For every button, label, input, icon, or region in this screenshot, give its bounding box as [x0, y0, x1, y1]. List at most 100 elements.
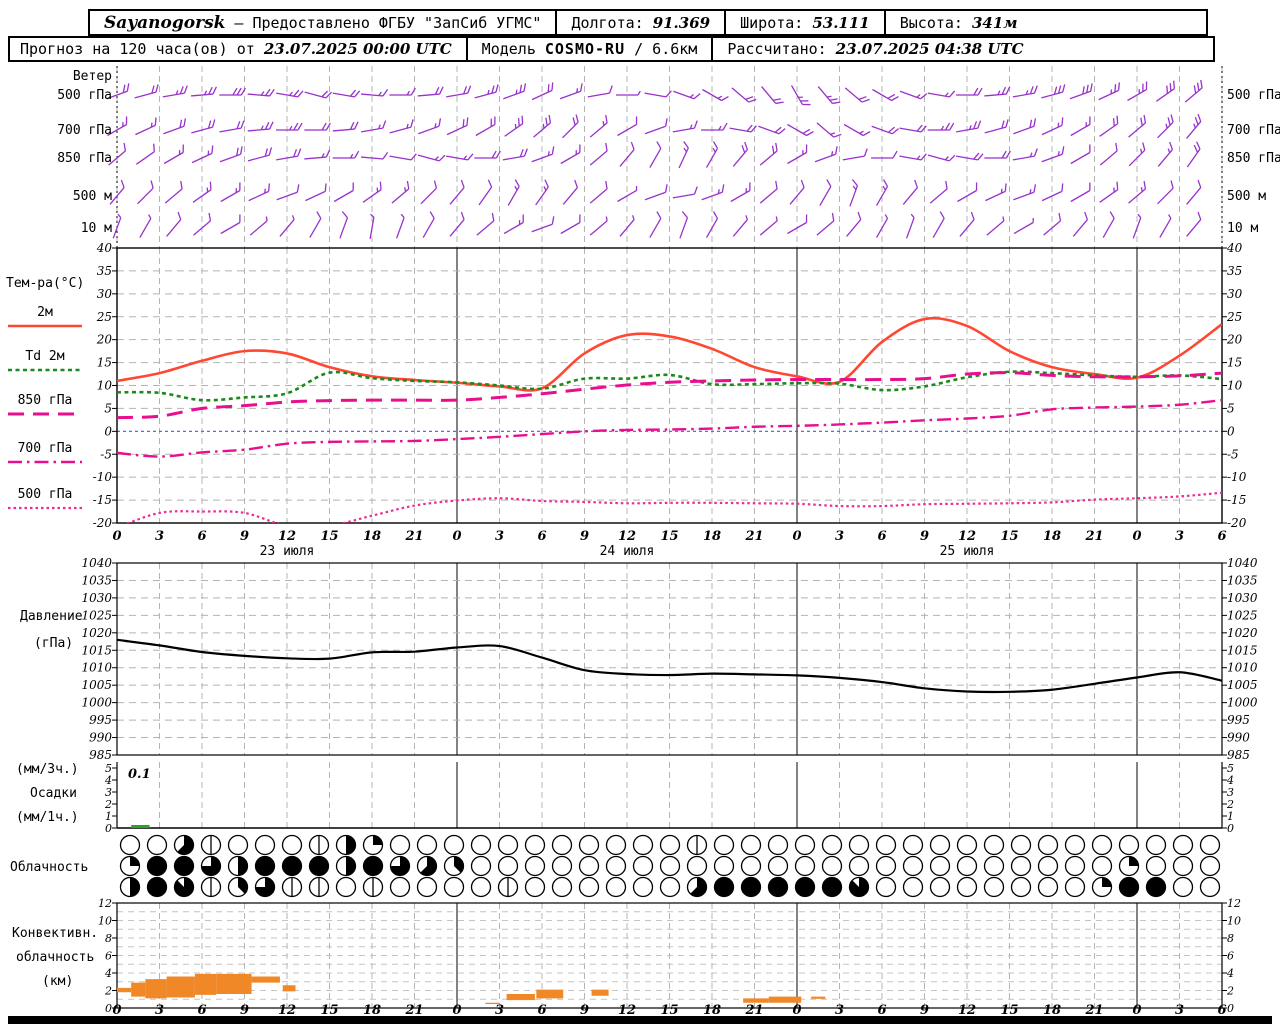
longitude-label: Долгота: — [571, 13, 644, 32]
svg-text:-20: -20 — [93, 516, 113, 530]
model-label: Модель — [481, 40, 536, 58]
wind-barbs-panel — [106, 79, 1203, 239]
provider-text: Предоставлено ФГБУ "ЗапСиб УГМС" — [252, 13, 542, 32]
svg-text:15: 15 — [97, 356, 112, 370]
convective-bar — [166, 976, 195, 998]
svg-text:1010: 1010 — [1227, 661, 1258, 675]
svg-text:20: 20 — [96, 333, 113, 347]
svg-text:15: 15 — [320, 529, 338, 544]
svg-text:0: 0 — [1227, 1002, 1234, 1015]
svg-text:10: 10 — [98, 915, 112, 928]
svg-text:1005: 1005 — [81, 678, 112, 692]
svg-text:1010: 1010 — [81, 661, 112, 675]
svg-text:8: 8 — [1227, 932, 1234, 945]
svg-text:20: 20 — [1226, 333, 1243, 347]
svg-text:6: 6 — [1217, 529, 1226, 544]
svg-text:990: 990 — [89, 731, 112, 745]
svg-text:Облачность: Облачность — [10, 860, 88, 875]
svg-text:12: 12 — [278, 1003, 296, 1018]
svg-text:10 м: 10 м — [1227, 221, 1258, 236]
svg-text:21: 21 — [1084, 1003, 1103, 1018]
svg-text:500 гПа: 500 гПа — [1227, 88, 1280, 103]
svg-text:-5: -5 — [100, 447, 112, 461]
svg-text:0: 0 — [105, 1002, 112, 1015]
altitude-value: 341м — [971, 13, 1018, 32]
svg-text:12: 12 — [1227, 897, 1241, 910]
convective-bar — [506, 994, 535, 1001]
svg-text:18: 18 — [1043, 529, 1061, 544]
svg-text:1000: 1000 — [1227, 696, 1258, 710]
svg-text:6: 6 — [877, 1003, 886, 1018]
svg-text:0: 0 — [792, 529, 801, 544]
svg-text:995: 995 — [89, 713, 112, 727]
svg-text:-15: -15 — [1227, 493, 1246, 507]
bottom-bar — [8, 1016, 1272, 1024]
convective-bar — [768, 996, 802, 1003]
svg-text:1015: 1015 — [1227, 643, 1258, 657]
convective-bar — [131, 982, 146, 997]
svg-text:10 м: 10 м — [81, 221, 112, 236]
svg-text:1025: 1025 — [81, 608, 112, 622]
svg-text:(мм/1ч.): (мм/1ч.) — [16, 810, 79, 825]
svg-text:9: 9 — [240, 529, 249, 544]
svg-text:3: 3 — [1175, 529, 1184, 544]
separator — [724, 11, 727, 34]
svg-text:2м: 2м — [37, 305, 53, 320]
meteogram-chart: 40 4035 3530 3025 2520 2015 1510 105 50 0-5 -5-10-… — [6, 66, 1280, 1024]
svg-text:18: 18 — [703, 1003, 721, 1018]
svg-text:Ветер: Ветер — [73, 69, 112, 84]
svg-text:10: 10 — [1227, 915, 1241, 928]
svg-text:6: 6 — [1217, 1003, 1226, 1018]
svg-text:0: 0 — [105, 822, 112, 835]
svg-text:25: 25 — [1226, 310, 1242, 324]
svg-text:Тем-ра(°C): Тем-ра(°C) — [6, 276, 84, 291]
svg-text:-15: -15 — [93, 493, 112, 507]
svg-text:3: 3 — [155, 1003, 164, 1018]
svg-text:15: 15 — [1000, 529, 1018, 544]
svg-text:0: 0 — [792, 1003, 801, 1018]
svg-text:6: 6 — [537, 1003, 546, 1018]
svg-text:1020: 1020 — [81, 626, 112, 640]
svg-text:9: 9 — [580, 529, 589, 544]
precip-bar — [131, 825, 150, 828]
svg-text:1040: 1040 — [81, 556, 112, 570]
svg-text:40: 40 — [1226, 241, 1243, 255]
svg-text:12: 12 — [278, 529, 296, 544]
svg-text:-10: -10 — [1227, 470, 1247, 484]
svg-text:1000: 1000 — [81, 696, 112, 710]
svg-text:24 июля: 24 июля — [600, 544, 655, 559]
model-resolution: / 6.6км — [634, 40, 698, 58]
svg-text:850 гПа: 850 гПа — [57, 151, 112, 166]
cloud-cover-symbols — [119, 834, 1221, 898]
forecast-label: Прогноз на 120 часа(ов) от — [20, 40, 255, 58]
svg-text:(гПа): (гПа) — [34, 636, 73, 651]
svg-text:0: 0 — [1132, 529, 1141, 544]
svg-text:1015: 1015 — [81, 643, 112, 657]
svg-text:40: 40 — [96, 241, 113, 255]
svg-text:1005: 1005 — [1227, 678, 1258, 692]
svg-text:990: 990 — [1227, 731, 1250, 745]
svg-text:700 гПа: 700 гПа — [57, 123, 112, 138]
svg-text:30: 30 — [1227, 287, 1243, 301]
svg-text:18: 18 — [363, 529, 381, 544]
meteogram-page: Sayanogorsk — Предоставлено ФГБУ "ЗапСиб… — [0, 0, 1280, 1024]
svg-text:облачность: облачность — [16, 950, 94, 965]
svg-text:0: 0 — [104, 424, 112, 438]
svg-text:35: 35 — [1227, 264, 1242, 278]
svg-text:(км): (км) — [42, 974, 73, 989]
svg-text:-10: -10 — [93, 470, 113, 484]
svg-text:Td 2м: Td 2м — [25, 349, 64, 364]
separator — [883, 11, 886, 34]
svg-text:500 гПа: 500 гПа — [18, 487, 73, 502]
svg-text:4: 4 — [1226, 967, 1234, 980]
convective-bar — [251, 976, 280, 983]
svg-text:850 гПа: 850 гПа — [18, 393, 73, 408]
svg-text:12: 12 — [618, 1003, 636, 1018]
svg-text:1030: 1030 — [81, 591, 112, 605]
svg-text:0: 0 — [112, 529, 121, 544]
latitude-value: 53.111 — [812, 13, 870, 32]
svg-text:3: 3 — [835, 1003, 844, 1018]
svg-text:21: 21 — [744, 529, 763, 544]
svg-text:(мм/3ч.): (мм/3ч.) — [16, 762, 79, 777]
svg-text:12: 12 — [958, 1003, 976, 1018]
